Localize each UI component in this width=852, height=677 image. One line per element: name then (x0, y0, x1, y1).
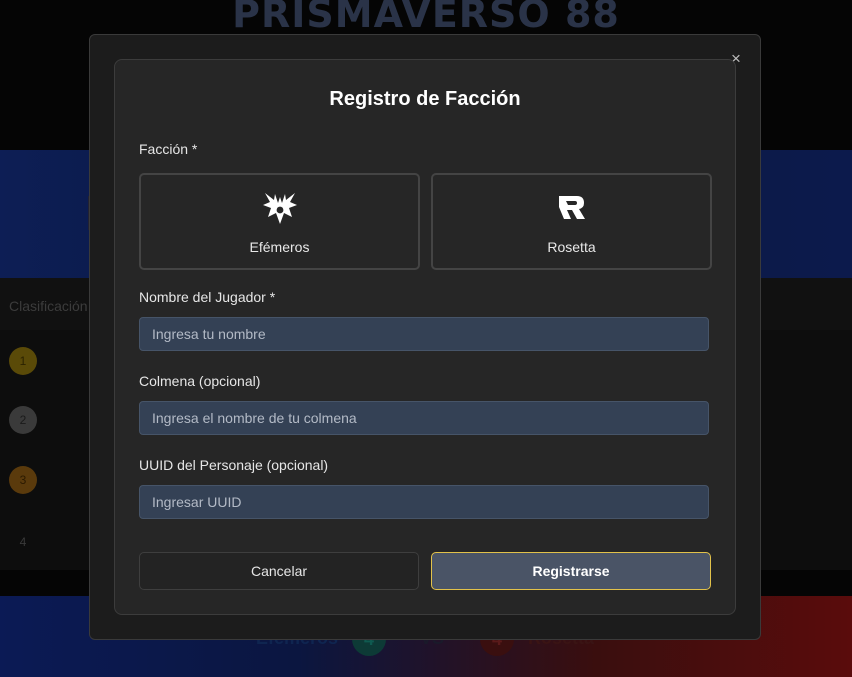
rosetta-r-icon (433, 191, 710, 225)
modal-title: Registro de Facción (329, 88, 521, 110)
player-name-input[interactable] (139, 317, 709, 351)
rank-badge-2: 2 (9, 406, 37, 434)
faction-option-rosetta[interactable]: Rosetta (431, 173, 712, 270)
registration-modal: Registro de Facción Facción * Efémeros R… (114, 59, 736, 615)
rank-badge-3: 3 (9, 466, 37, 494)
faction-label: Facción * (139, 141, 198, 157)
faction-option-efemeros[interactable]: Efémeros (139, 173, 420, 270)
app-title: PRISMAVERSO 88 (232, 0, 620, 36)
player-name-label: Nombre del Jugador * (139, 289, 276, 305)
register-button[interactable]: Registrarse (431, 552, 711, 590)
hive-input[interactable] (139, 401, 709, 435)
faction-name: Rosetta (547, 239, 596, 255)
rank-badge-1: 1 (9, 347, 37, 375)
cancel-button[interactable]: Cancelar (139, 552, 419, 590)
faction-name: Efémeros (249, 239, 310, 255)
uuid-input[interactable] (139, 485, 709, 519)
hive-label: Colmena (opcional) (139, 373, 261, 389)
uuid-label: UUID del Personaje (opcional) (139, 457, 329, 473)
ranking-title: Clasificación (9, 298, 88, 314)
rank-badge-4: 4 (19, 535, 27, 549)
efemeros-crest-icon (141, 191, 418, 225)
